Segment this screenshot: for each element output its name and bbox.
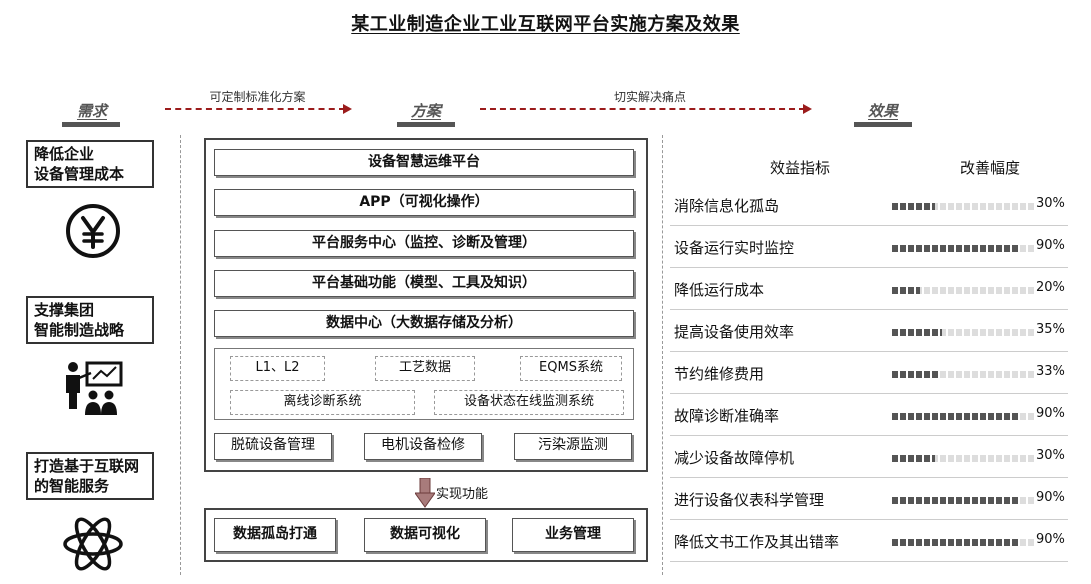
effect-percent: 90% — [1036, 406, 1065, 421]
effect-percent: 30% — [1036, 196, 1065, 211]
effect-percent: 90% — [1036, 532, 1065, 547]
system-eqms: EQMS系统 — [520, 356, 622, 381]
effect-percent: 20% — [1036, 280, 1065, 295]
dashed-arrow-1 — [165, 108, 345, 110]
effect-label: 节约维修费用 — [674, 365, 765, 383]
header-effect: 效果 — [867, 102, 898, 120]
divider-left — [180, 135, 181, 575]
effect-bar-fill — [892, 329, 942, 336]
effect-bar-track — [892, 371, 1034, 378]
effect-bar-track — [892, 539, 1034, 546]
effects-metric-header: 效益指标 — [769, 159, 830, 177]
effect-bar-fill — [892, 371, 939, 378]
system-process-data: 工艺数据 — [375, 356, 475, 381]
arrow-head-2 — [803, 104, 812, 114]
arrow-label-solve: 切实解决痛点 — [613, 90, 686, 104]
atom-icon — [60, 512, 126, 576]
row-divider — [670, 561, 1068, 562]
layer-data-center: 数据中心（大数据存储及分析） — [214, 310, 634, 337]
effect-row: 故障诊断准确率 90% — [670, 394, 1068, 436]
header-need-bar — [62, 122, 120, 127]
header-effect-bar — [854, 122, 912, 127]
effect-bar-track — [892, 329, 1034, 336]
arrow-label-custom: 可定制标准化方案 — [209, 90, 306, 104]
effect-label: 降低运行成本 — [674, 281, 765, 299]
layer-app: APP（可视化操作） — [214, 189, 634, 216]
down-arrow-icon — [414, 477, 436, 512]
header-plan-bar — [397, 122, 455, 127]
need-text: 降低企业 — [34, 145, 95, 163]
header-need: 需求 — [76, 102, 107, 120]
effect-label: 消除信息化孤岛 — [674, 197, 780, 215]
divider-right — [662, 135, 663, 575]
effect-bar-fill — [892, 203, 935, 210]
system-l1-l2: L1、L2 — [230, 356, 325, 381]
effect-bar-fill — [892, 539, 1020, 546]
arrow-head-1 — [343, 104, 352, 114]
effect-bar-fill — [892, 455, 935, 462]
need-text: 智能制造战略 — [34, 321, 125, 339]
app-motor-maintenance: 电机设备检修 — [364, 433, 482, 460]
effect-row: 设备运行实时监控 90% — [670, 226, 1068, 268]
realize-label: 实现功能 — [436, 487, 489, 502]
effect-row: 节约维修费用 33% — [670, 352, 1068, 394]
effect-percent: 90% — [1036, 490, 1065, 505]
effect-row: 减少设备故障停机 30% — [670, 436, 1068, 478]
result-data-silo: 数据孤岛打通 — [214, 518, 336, 552]
page-title: 某工业制造企业工业互联网平台实施方案及效果 — [351, 14, 740, 35]
layer-service-center: 平台服务中心（监控、诊断及管理） — [214, 230, 634, 257]
presenter-audience-icon — [60, 358, 126, 418]
need-box-strategy: 支撑集团 智能制造战略 — [26, 296, 154, 344]
effect-bar-track — [892, 455, 1034, 462]
effect-row: 进行设备仪表科学管理 90% — [670, 478, 1068, 520]
need-text: 的智能服务 — [34, 477, 110, 495]
effects-improve-header: 改善幅度 — [959, 159, 1020, 177]
need-box-cost: 降低企业 设备管理成本 — [26, 140, 154, 188]
effect-label: 降低文书工作及其出错率 — [674, 533, 840, 551]
effect-row: 消除信息化孤岛 30% — [670, 184, 1068, 226]
effect-label: 提高设备使用效率 — [674, 323, 795, 341]
need-text: 打造基于互联网 — [34, 457, 140, 475]
system-offline-diagnosis: 离线诊断系统 — [230, 390, 415, 415]
header-plan: 方案 — [410, 102, 441, 120]
need-text: 支撑集团 — [34, 301, 95, 319]
layer-base-functions: 平台基础功能（模型、工具及知识） — [214, 270, 634, 297]
result-visualization: 数据可视化 — [364, 518, 486, 552]
dashed-arrow-2 — [480, 108, 805, 110]
effect-label: 设备运行实时监控 — [674, 239, 795, 257]
effect-percent: 35% — [1036, 322, 1065, 337]
effect-bar-track — [892, 203, 1034, 210]
need-box-service: 打造基于互联网 的智能服务 — [26, 452, 154, 500]
effect-label: 进行设备仪表科学管理 — [674, 491, 825, 509]
effect-row: 降低运行成本 20% — [670, 268, 1068, 310]
result-business-management: 业务管理 — [512, 518, 634, 552]
layer-platform: 设备智慧运维平台 — [214, 149, 634, 176]
need-text: 设备管理成本 — [34, 165, 125, 183]
effect-percent: 30% — [1036, 448, 1065, 463]
effect-bar-fill — [892, 287, 921, 294]
effect-row: 降低文书工作及其出错率 90% — [670, 520, 1068, 562]
effect-bar-track — [892, 245, 1034, 252]
effect-label: 减少设备故障停机 — [674, 449, 795, 467]
yen-circle-icon — [62, 200, 124, 262]
effect-percent: 90% — [1036, 238, 1065, 253]
app-pollution-monitoring: 污染源监测 — [514, 433, 632, 460]
effect-percent: 33% — [1036, 364, 1065, 379]
effect-label: 故障诊断准确率 — [674, 407, 780, 425]
effect-bar-track — [892, 287, 1034, 294]
effect-bar-fill — [892, 497, 1020, 504]
effect-bar-track — [892, 497, 1034, 504]
effect-row: 提高设备使用效率 35% — [670, 310, 1068, 352]
effect-bar-fill — [892, 413, 1020, 420]
effect-bar-fill — [892, 245, 1020, 252]
system-online-monitoring: 设备状态在线监测系统 — [434, 390, 624, 415]
app-desulfurization: 脱硫设备管理 — [214, 433, 332, 460]
effect-bar-track — [892, 413, 1034, 420]
